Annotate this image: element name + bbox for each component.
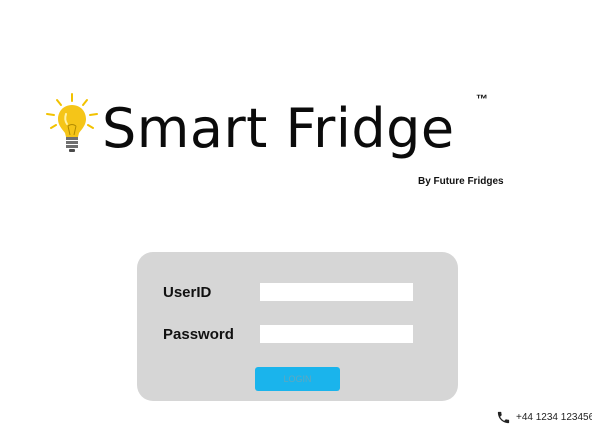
userid-label: UserID — [163, 284, 212, 301]
userid-input[interactable] — [260, 283, 413, 301]
login-button[interactable]: LOGIN — [255, 367, 340, 391]
password-label: Password — [163, 326, 234, 343]
login-panel: UserID Password LOGIN — [137, 252, 458, 401]
app-title: Smart Fridge — [102, 97, 455, 160]
phone-number: +44 1234 123456 — [516, 412, 592, 423]
phone-icon — [497, 411, 510, 424]
trademark-symbol: ™ — [476, 92, 488, 106]
app-subtitle: By Future Fridges — [418, 176, 504, 187]
lightbulb-icon — [46, 93, 98, 152]
password-input[interactable] — [260, 325, 413, 343]
